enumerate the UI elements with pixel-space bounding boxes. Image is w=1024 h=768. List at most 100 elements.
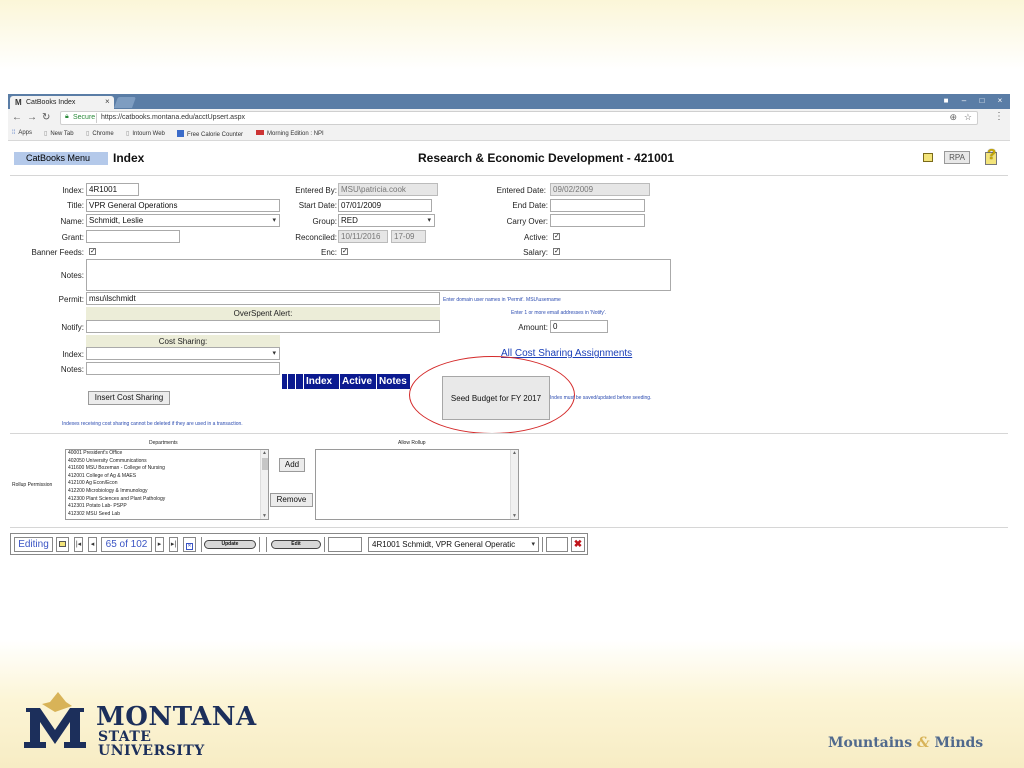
permit-hint: Enter domain user names in 'Permit'. MSU… — [443, 297, 561, 303]
previous-record-icon[interactable]: ◂ — [88, 537, 97, 552]
back-icon[interactable]: ← — [12, 112, 22, 123]
departments-list[interactable]: 40001 President's Office 402050 Universi… — [65, 449, 269, 520]
list-item[interactable]: 412200 Microbiology & Immunology — [66, 488, 268, 496]
end-date-input[interactable] — [550, 199, 645, 212]
list-item[interactable]: 412100 Ag Econ/Econ — [66, 480, 268, 488]
insert-cost-sharing-button[interactable]: Insert Cost Sharing — [88, 391, 170, 405]
start-date-label: Start Date: — [298, 201, 337, 210]
url-field[interactable]: 🔒︎ Secure https://catbooks.montana.edu/a… — [60, 111, 978, 125]
salary-checkbox[interactable]: ✓ — [553, 248, 560, 255]
notes-textarea[interactable] — [86, 259, 671, 291]
bookmark-chrome[interactable]: ▯ Chrome — [86, 130, 114, 137]
page-title: Index — [113, 151, 145, 165]
search-input[interactable] — [328, 537, 362, 552]
start-date-input[interactable]: 07/01/2009 — [338, 199, 432, 212]
help-icon[interactable]: ? — [985, 146, 999, 166]
permit-label: Permit: — [58, 295, 84, 304]
bookmark-intourn-web[interactable]: ▯ Intourn Web — [126, 130, 165, 137]
catbooks-menu-button[interactable]: CatBooks Menu — [14, 152, 108, 165]
close-window-icon[interactable]: × — [994, 95, 1006, 106]
entered-by-label: Entered By: — [295, 186, 337, 195]
remove-button[interactable]: Remove — [270, 493, 313, 507]
group-select[interactable]: RED — [338, 214, 435, 227]
notify-input[interactable] — [86, 320, 440, 333]
grant-input[interactable] — [86, 230, 180, 243]
notepad-glyph — [59, 541, 66, 547]
first-record-icon[interactable]: |◂ — [74, 537, 83, 552]
close-tab-icon[interactable]: × — [105, 97, 110, 106]
list-item[interactable]: 412301 Potato Lab- PSPP — [66, 503, 268, 511]
enc-checkbox[interactable]: ✓ — [341, 248, 348, 255]
logo-subtitle: STATE UNIVERSITY — [98, 729, 205, 759]
list-item[interactable]: 412300 Plant Sciences and Plant Patholog… — [66, 496, 268, 504]
bookmark-star-icon[interactable]: ☆ — [964, 112, 972, 123]
mountain-ridge — [42, 702, 72, 712]
cost-sharing-warning: Indexes receiving cost sharing cannot be… — [62, 421, 243, 427]
scroll-thumb[interactable] — [262, 458, 268, 470]
name-label: Name: — [60, 217, 84, 226]
scroll-up-icon[interactable]: ▲ — [262, 450, 267, 456]
bookmark-morning-edition[interactable]: Morning Edition : NPI — [256, 130, 324, 137]
logo-name: MONTANA — [96, 702, 257, 732]
new-record-glyph: ✕ — [186, 543, 193, 550]
banner-feeds-checkbox[interactable]: ✓ — [89, 248, 96, 255]
new-record-icon[interactable]: ✕ — [183, 537, 196, 552]
amount-input[interactable]: 0 — [550, 320, 608, 333]
column-header-notes: Notes — [376, 374, 410, 389]
forward-icon[interactable]: → — [27, 112, 37, 123]
browser-window: M CatBooks Index × ■ – □ × ← → ↻ 🔒︎ Secu… — [8, 94, 1010, 142]
update-button[interactable]: Update — [204, 540, 256, 549]
list-item[interactable]: 412001 College of Ag & MAES — [66, 473, 268, 481]
edit-button[interactable]: Edit — [271, 540, 321, 549]
next-record-icon[interactable]: ▸ — [155, 537, 164, 552]
new-tab-button[interactable] — [113, 97, 137, 108]
active-checkbox[interactable]: ✓ — [553, 233, 560, 240]
bookmark-apps[interactable]: ⁞⁞ Apps — [12, 130, 32, 136]
scrollbar[interactable]: ▲ ▼ — [510, 450, 518, 519]
minimize-icon[interactable]: – — [958, 95, 970, 106]
cost-sharing-notes-label: Notes: — [60, 365, 84, 374]
rpa-button[interactable]: RPA — [944, 151, 970, 164]
title-input[interactable]: VPR General Operations — [86, 199, 280, 212]
entered-by-input: MSU\patricia.cook — [338, 183, 438, 196]
add-button[interactable]: Add — [279, 458, 305, 472]
notify-label: Notify: — [61, 323, 84, 332]
department-title: Research & Economic Development - 421001 — [418, 151, 675, 165]
list-item[interactable]: 40001 President's Office — [66, 450, 268, 458]
reconciled-label: Reconciled: — [295, 233, 337, 242]
bookmark-calorie-counter[interactable]: Free Calorie Counter — [177, 130, 243, 138]
name-select[interactable]: Schmidt, Leslie — [86, 214, 280, 227]
question-mark-icon: ? — [987, 146, 997, 163]
bookmark-new-tab[interactable]: ▯ New Tab — [44, 130, 74, 137]
mode-indicator: Editing — [14, 537, 53, 552]
scroll-down-icon[interactable]: ▼ — [262, 513, 267, 519]
end-date-label: End Date: — [512, 201, 548, 210]
notepad-icon[interactable] — [56, 537, 69, 552]
record-select[interactable]: 4R1001 Schmidt, VPR General Operatic ▾ — [368, 537, 539, 552]
list-item[interactable]: 412302 MSU Seed Lab — [66, 511, 268, 519]
all-cost-sharing-link[interactable]: All Cost Sharing Assignments — [501, 348, 632, 359]
delete-icon[interactable]: ✖ — [571, 537, 585, 552]
list-item[interactable]: 411600 MSU Bozeman - College of Nursing — [66, 465, 268, 473]
permit-input[interactable]: msu\lschmidt — [86, 292, 440, 305]
page-icon: ▯ — [86, 131, 90, 137]
profile-icon[interactable]: ■ — [940, 95, 952, 106]
list-item[interactable]: 402050 University Communications — [66, 458, 268, 466]
msu-logo: MONTANA STATE UNIVERSITY — [20, 690, 260, 758]
scroll-down-icon[interactable]: ▼ — [512, 513, 517, 519]
zoom-icon[interactable]: ⊕ — [949, 112, 957, 123]
browser-menu-icon[interactable]: ⋮ — [994, 111, 1004, 122]
carry-over-input[interactable] — [550, 214, 645, 227]
cost-sharing-notes-input[interactable] — [86, 362, 280, 375]
note-icon[interactable] — [923, 153, 933, 162]
last-record-icon[interactable]: ▸| — [169, 537, 178, 552]
browser-tab[interactable]: M CatBooks Index × — [10, 96, 114, 109]
reload-icon[interactable]: ↻ — [42, 112, 50, 123]
allow-rollup-list[interactable]: ▲ ▼ — [315, 449, 519, 520]
scroll-up-icon[interactable]: ▲ — [512, 450, 517, 456]
maximize-icon[interactable]: □ — [976, 95, 988, 106]
group-label: Group: — [312, 217, 337, 226]
scrollbar[interactable]: ▲ ▼ — [260, 450, 268, 519]
cost-sharing-index-select[interactable] — [86, 347, 280, 360]
index-input[interactable]: 4R1001 — [86, 183, 139, 196]
